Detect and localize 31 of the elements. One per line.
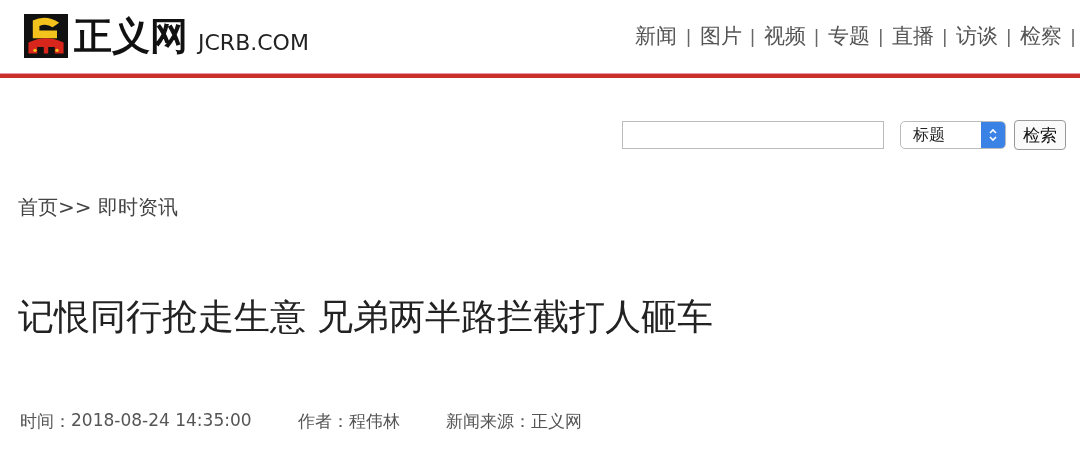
nav-link[interactable]: 新闻 [635,22,678,50]
updown-icon [988,128,998,142]
logo-icon [24,14,68,58]
nav-link[interactable]: 视频 [763,22,806,50]
nav-separator: | [685,25,692,47]
meta-value: 程伟林 [348,410,400,433]
search-button[interactable]: 检索 [1014,120,1066,150]
breadcrumb-link[interactable]: 即时资讯 [97,195,178,219]
nav-separator: | [749,25,756,47]
search-type-select[interactable]: 标题 [900,121,1006,149]
article-title: 记恨同行抢走生意 兄弟两半路拦截打人砸车 [18,295,715,339]
breadcrumb-link[interactable]: 首页 [18,195,58,219]
nav-link[interactable]: 直播 [891,22,934,50]
meta-value: 2018-08-24 14:35:00 [71,410,252,432]
nav-separator: | [813,25,820,47]
meta-label: 新闻来源： [445,410,531,433]
meta-value: 正义网 [530,410,582,433]
logo-name: 正义网 [74,14,188,58]
meta-label: 时间： [20,410,71,433]
nav-link[interactable]: 专题 [827,22,870,50]
nav-link[interactable]: 访谈 [955,22,998,50]
logo-domain: JCRB.COM [198,29,309,57]
nav-separator: | [1005,25,1012,47]
nav-separator: | [1069,25,1076,47]
nav-separator: | [877,25,884,47]
meta-label: 作者： [297,410,349,433]
search-field[interactable] [622,121,884,149]
nav-link[interactable]: 检察 [1019,22,1062,50]
breadcrumb-separator: >> [58,195,92,219]
nav-separator: | [941,25,948,47]
nav-link[interactable]: 图片 [699,22,742,50]
